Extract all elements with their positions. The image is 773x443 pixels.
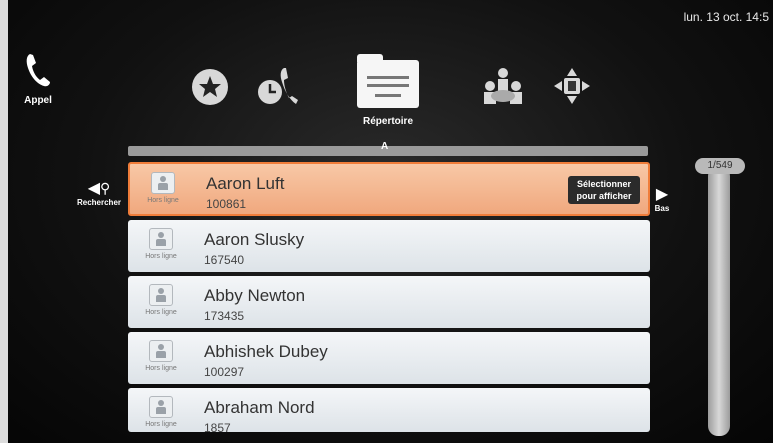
contact-number: 100861 [206,197,247,211]
contact-name: Abhishek Dubey [204,342,328,361]
status-text: Hors ligne [145,365,177,372]
nav-directory[interactable]: Répertoire [352,54,424,127]
datetime: lun. 13 oct. 14:5 [683,10,769,24]
page-indicator: 1/549 [695,158,745,174]
status-text: Hors ligne [145,421,177,428]
nav-recent-calls[interactable] [254,64,300,110]
contact-number: 167540 [204,253,245,267]
contact-row[interactable]: Hors ligne Abby Newton 173435 [128,276,650,328]
nav-call-label: Appel [24,95,52,106]
person-icon [149,340,173,362]
right-arrow-icon: ▶ [655,186,669,203]
status-text: Hors ligne [145,309,177,316]
nav-favorites[interactable] [190,68,230,108]
contact-row[interactable]: Hors ligne Abhishek Dubey 100297 [128,332,650,384]
search-label: Rechercher [76,198,122,207]
status-box: Hors ligne [138,284,184,316]
nav-call[interactable]: Appel [18,52,58,106]
star-icon [192,69,228,105]
nav-directory-label: Répertoire [362,116,413,127]
status-box: Hors ligne [140,172,186,204]
person-icon [151,172,175,194]
status-text: Hors ligne [147,197,179,204]
status-box: Hors ligne [138,228,184,260]
down-nav[interactable]: ▶ Bas [652,184,672,213]
scrollbar[interactable] [708,166,730,436]
nav-dial-pad[interactable] [552,66,592,106]
recent-calls-icon [258,68,298,104]
left-arrow-search-icon: ◀⚲ [87,180,111,197]
dial-pad-icon [554,68,590,104]
screen-bezel [0,0,8,443]
contact-row[interactable]: Hors ligne Aaron Slusky 167540 [128,220,650,272]
down-label: Bas [654,204,670,213]
nav-conference[interactable] [480,64,526,110]
phone-icon [26,54,50,87]
contact-number: 1857 [204,421,231,435]
directory-icon [357,54,419,108]
contact-name: Abby Newton [204,286,306,305]
contact-number: 173435 [204,309,245,323]
status-box: Hors ligne [138,340,184,372]
alphabet-marker: A [381,141,389,152]
contact-list: Hors ligne Aaron Luft 100861 Sélectionne… [128,162,650,435]
contact-name: Abraham Nord [204,398,315,417]
status-text: Hors ligne [145,253,177,260]
contact-number: 100297 [204,365,245,379]
person-icon [149,228,173,250]
contact-row[interactable]: Hors ligne Aaron Luft 100861 Sélectionne… [128,162,650,216]
person-icon [149,396,173,418]
select-to-view-button[interactable]: Sélectionner pour afficher [568,176,640,204]
contact-row[interactable]: Hors ligne Abraham Nord 1857 [128,388,650,435]
contact-name: Aaron Luft [206,174,285,193]
status-box: Hors ligne [138,396,184,428]
search-nav[interactable]: ◀⚲ Rechercher [74,178,124,207]
person-icon [149,284,173,306]
conference-icon [484,68,522,104]
contact-name: Aaron Slusky [204,230,305,249]
